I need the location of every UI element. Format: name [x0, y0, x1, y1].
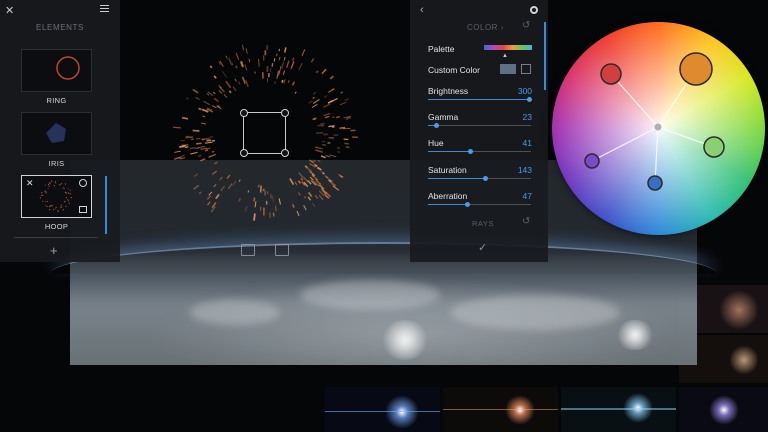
custom-color-label: Custom Color [428, 65, 480, 75]
slider-track[interactable] [428, 176, 531, 181]
palette-label: Palette [428, 44, 455, 54]
slider-knob[interactable] [468, 149, 474, 154]
hoop-thumbnail: ✕ [21, 175, 92, 218]
color-panel: ‹ COLOR › ↺ Palette ▲ Custom Color Brigh… [410, 0, 548, 262]
reset-icon[interactable]: ↺ [522, 216, 530, 227]
back-icon[interactable]: ‹ [420, 4, 424, 16]
slider-value[interactable]: 47 [492, 191, 532, 201]
slider-knob[interactable] [482, 176, 488, 181]
gear-icon[interactable] [530, 6, 538, 14]
divider [14, 237, 98, 238]
confirm-icon[interactable]: ✓ [478, 241, 487, 254]
flare-preset-thumb[interactable] [325, 387, 440, 432]
custom-color-swatch[interactable] [500, 64, 516, 74]
color-handle-shadow[interactable] [600, 63, 622, 85]
flare-preset-thumb[interactable] [443, 387, 558, 432]
add-element-button[interactable]: + [50, 243, 58, 258]
color-wheel-center[interactable] [654, 123, 662, 131]
resize-handle[interactable] [281, 149, 289, 157]
section-title-rays[interactable]: RAYS [472, 219, 494, 228]
color-wheel[interactable] [552, 22, 765, 235]
color-panel-scrollbar[interactable] [544, 22, 546, 90]
slider-label: Brightness [428, 86, 469, 96]
element-label: RING [46, 96, 67, 105]
slider-track[interactable] [428, 202, 531, 207]
element-item-hoop[interactable]: ✕ HOOP [21, 175, 92, 231]
resize-handle[interactable] [281, 109, 289, 117]
adjust-icon[interactable] [241, 244, 255, 256]
elements-panel: ✕ ELEMENTS RING IRIS ✕ HOOP + [0, 0, 120, 262]
element-item-iris[interactable]: IRIS [21, 112, 92, 168]
ring-thumbnail [21, 49, 92, 92]
element-label: HOOP [44, 222, 69, 231]
elements-title: ELEMENTS [36, 23, 84, 32]
elements-scrollbar[interactable] [105, 176, 107, 234]
slider-knob[interactable] [526, 97, 532, 102]
slider-label: Saturation [428, 165, 467, 175]
slider-knob[interactable] [434, 123, 440, 128]
slider-label: Gamma [428, 112, 459, 122]
section-title-color[interactable]: COLOR › [467, 23, 504, 32]
resize-handle[interactable] [240, 109, 248, 117]
slider-track[interactable] [428, 123, 531, 128]
color-handle-highlight[interactable] [679, 52, 713, 86]
duplicate-icon[interactable] [79, 206, 87, 213]
palette-indicator-icon: ▲ [502, 53, 508, 59]
color-handle-mid[interactable] [703, 136, 725, 158]
palette-picker[interactable] [484, 45, 532, 50]
selection-box[interactable] [240, 109, 289, 157]
element-item-ring[interactable]: RING [21, 49, 92, 105]
color-handle-low[interactable] [584, 153, 600, 169]
resize-handle[interactable] [240, 149, 248, 157]
power-icon[interactable] [79, 179, 87, 187]
close-icon[interactable]: ✕ [5, 4, 14, 17]
reset-icon[interactable]: ↺ [522, 20, 530, 31]
slider-knob[interactable] [465, 202, 471, 207]
remove-icon[interactable]: ✕ [26, 178, 34, 189]
slider-label: Hue [428, 138, 444, 148]
flare-preset-thumb[interactable] [561, 387, 676, 432]
slider-value[interactable]: 300 [492, 86, 532, 96]
flare-preset-thumb[interactable] [679, 387, 768, 432]
photo-toolbar [241, 244, 289, 256]
slider-value[interactable]: 41 [492, 138, 532, 148]
slider-value[interactable]: 23 [492, 112, 532, 122]
iris-thumbnail [21, 112, 92, 155]
custom-color-checkbox[interactable] [521, 64, 531, 74]
color-handle-base[interactable] [647, 175, 663, 191]
menu-icon[interactable] [100, 5, 109, 14]
slider-track[interactable] [428, 149, 531, 154]
slider-value[interactable]: 143 [492, 165, 532, 175]
slider-track[interactable] [428, 97, 532, 102]
crop-icon[interactable] [275, 244, 289, 256]
element-label: IRIS [48, 159, 65, 168]
slider-label: Aberration [428, 191, 468, 201]
